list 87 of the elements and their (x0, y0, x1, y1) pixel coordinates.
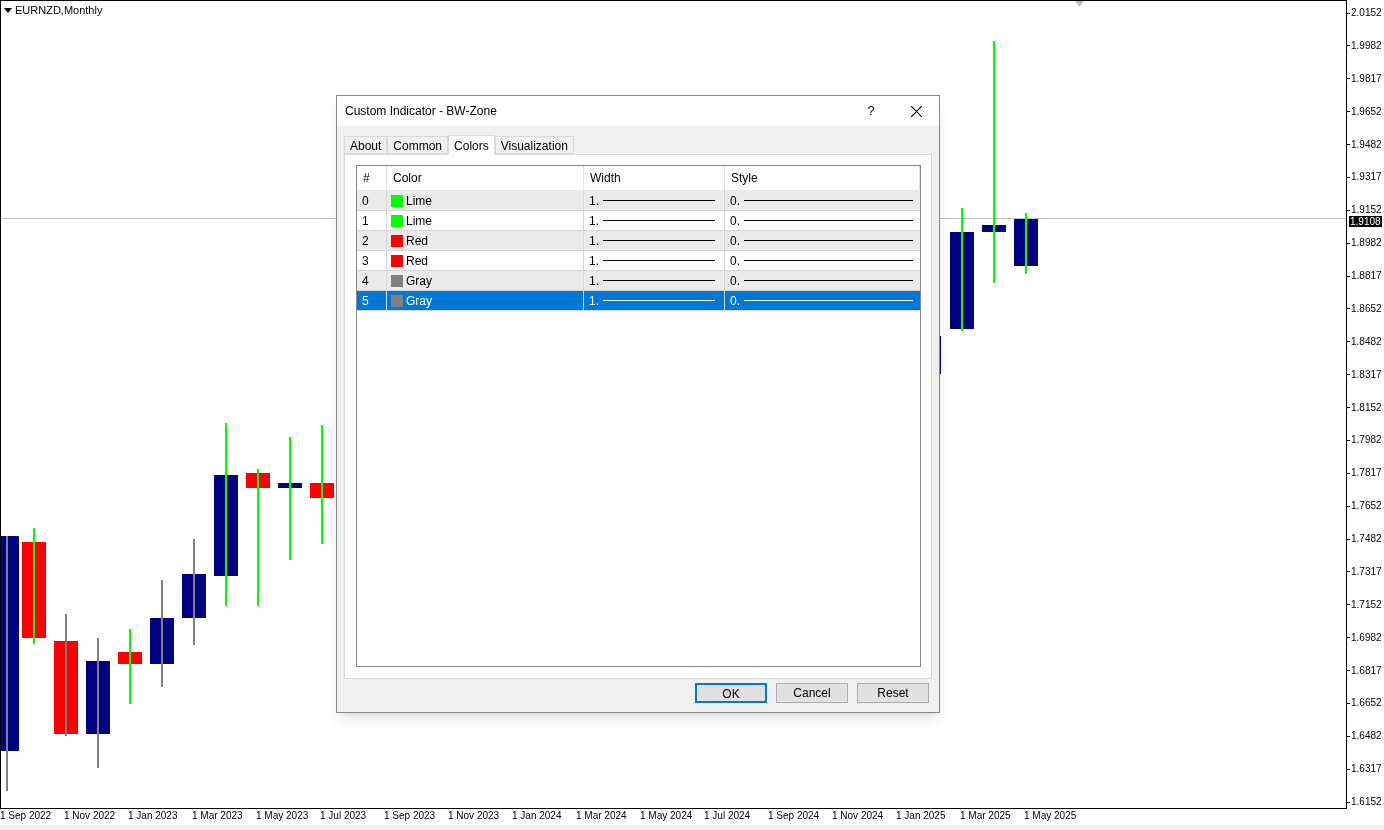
date-label: 1 Sep 2024 (768, 809, 821, 823)
dialog-button[interactable]: OK (695, 683, 767, 703)
table-cell-text: Red (406, 232, 428, 250)
tab[interactable]: About (344, 136, 388, 154)
date-label: 1 May 2025 (1024, 809, 1078, 823)
table-cell-text: 0. (730, 232, 740, 250)
table-cell-text: 1. (589, 252, 599, 270)
close-icon (910, 105, 922, 117)
price-label: 1.8817 (1351, 269, 1382, 283)
table-cell-text: 1. (589, 212, 599, 230)
tab[interactable]: Visualization (494, 136, 574, 154)
price-label: 1.7982 (1351, 433, 1382, 448)
price-label: 1.8982 (1351, 236, 1382, 251)
date-label: 1 Sep 2022 (0, 809, 53, 823)
dialog-button[interactable]: Reset (857, 683, 929, 703)
price-label: 1.6152 (1351, 795, 1382, 809)
price-label: 1.8652 (1351, 301, 1382, 316)
table-cell-text: 1. (589, 232, 599, 250)
table-row[interactable]: 5 Gray 1. 0. (357, 291, 920, 311)
price-label: 1.9482 (1351, 137, 1382, 152)
date-label: 1 Mar 2023 (192, 809, 244, 823)
price-label: 1.6982 (1351, 630, 1382, 645)
table-cell-text: 1. (589, 192, 599, 210)
table-cell-text: 3 (362, 252, 369, 270)
dialog-button[interactable]: Cancel (776, 683, 848, 703)
date-label: 1 May 2023 (256, 809, 310, 823)
candlestick (1014, 213, 1038, 274)
table-cell-text: Lime (406, 212, 432, 230)
price-label: 1.7817 (1351, 466, 1382, 481)
table-cell-text: 1. (589, 292, 599, 310)
table-cell-text: 2 (362, 232, 369, 250)
date-label: 1 Nov 2024 (832, 809, 885, 823)
date-label: 1 Sep 2023 (384, 809, 437, 823)
date-label: 1 Nov 2022 (64, 809, 117, 823)
table-cell-text: 1. (589, 272, 599, 290)
date-label: 1 Nov 2023 (448, 809, 501, 823)
table-cell-text: 0. (730, 212, 740, 230)
date-label: 1 Jan 2025 (896, 809, 947, 823)
price-label: 2.0152 (1351, 6, 1382, 20)
help-button[interactable]: ? (849, 96, 893, 126)
table-cell-text: Gray (406, 292, 432, 310)
date-label: 1 Jan 2023 (128, 809, 179, 823)
price-label: 1.9652 (1351, 104, 1382, 119)
price-label: 1.9317 (1351, 170, 1382, 185)
price-label: 1.7152 (1351, 597, 1382, 612)
table-cell-text: 0 (362, 192, 369, 210)
current-price-label: 1.9108 (1349, 216, 1382, 227)
price-label: 1.7317 (1351, 564, 1382, 579)
price-label: 1.8152 (1351, 400, 1382, 415)
tab[interactable]: Common (387, 136, 449, 154)
dialog-title: Custom Indicator - BW-Zone (345, 103, 498, 120)
table-row[interactable]: 4 Gray 1. 0. (357, 271, 920, 291)
table-cell-text: 0. (730, 292, 740, 310)
price-label: 1.9817 (1351, 71, 1382, 86)
table-cell-text: 5 (362, 292, 369, 310)
table-row[interactable]: 3 Red 1. 0. (357, 251, 920, 271)
table-row[interactable]: 1 Lime 1. 0. (357, 211, 920, 231)
date-label: 1 Mar 2024 (576, 809, 628, 823)
tab[interactable]: Colors (448, 135, 495, 155)
table-row[interactable]: 2 Red 1. 0. (357, 231, 920, 251)
date-label: 1 Jul 2023 (320, 809, 368, 823)
table-cell-text: 0. (730, 192, 740, 210)
marker-icon (1075, 1, 1084, 7)
date-label: 1 Jan 2024 (512, 809, 563, 823)
price-label: 1.7652 (1351, 499, 1382, 514)
chart-symbol: EURNZD,Monthly (15, 3, 103, 17)
price-label: 1.8317 (1351, 367, 1382, 382)
price-label: 1.7482 (1351, 532, 1382, 546)
table-row[interactable]: 0 Lime 1. 0. (357, 191, 920, 211)
table-cell-text: Gray (406, 272, 432, 290)
table-cell-text: 0. (730, 252, 740, 270)
date-label: 1 Jul 2024 (704, 809, 752, 823)
price-label: 1.6817 (1351, 663, 1382, 678)
table-cell-text: Lime (406, 192, 432, 210)
table-cell-text: 4 (362, 272, 369, 290)
date-label: 1 May 2024 (640, 809, 694, 823)
price-label: 1.8482 (1351, 334, 1382, 349)
table-cell-text: 0. (730, 272, 740, 290)
price-label: 1.6482 (1351, 729, 1382, 744)
table-cell-text: 1 (362, 212, 369, 230)
dropdown-arrow-icon[interactable] (4, 7, 12, 13)
price-label: 1.6317 (1351, 762, 1382, 777)
price-label: 1.9152 (1351, 203, 1382, 217)
price-label: 1.6652 (1351, 696, 1382, 711)
table-cell-text: Red (406, 252, 428, 270)
price-label: 1.9982 (1351, 38, 1382, 53)
date-label: 1 Mar 2025 (960, 809, 1012, 823)
